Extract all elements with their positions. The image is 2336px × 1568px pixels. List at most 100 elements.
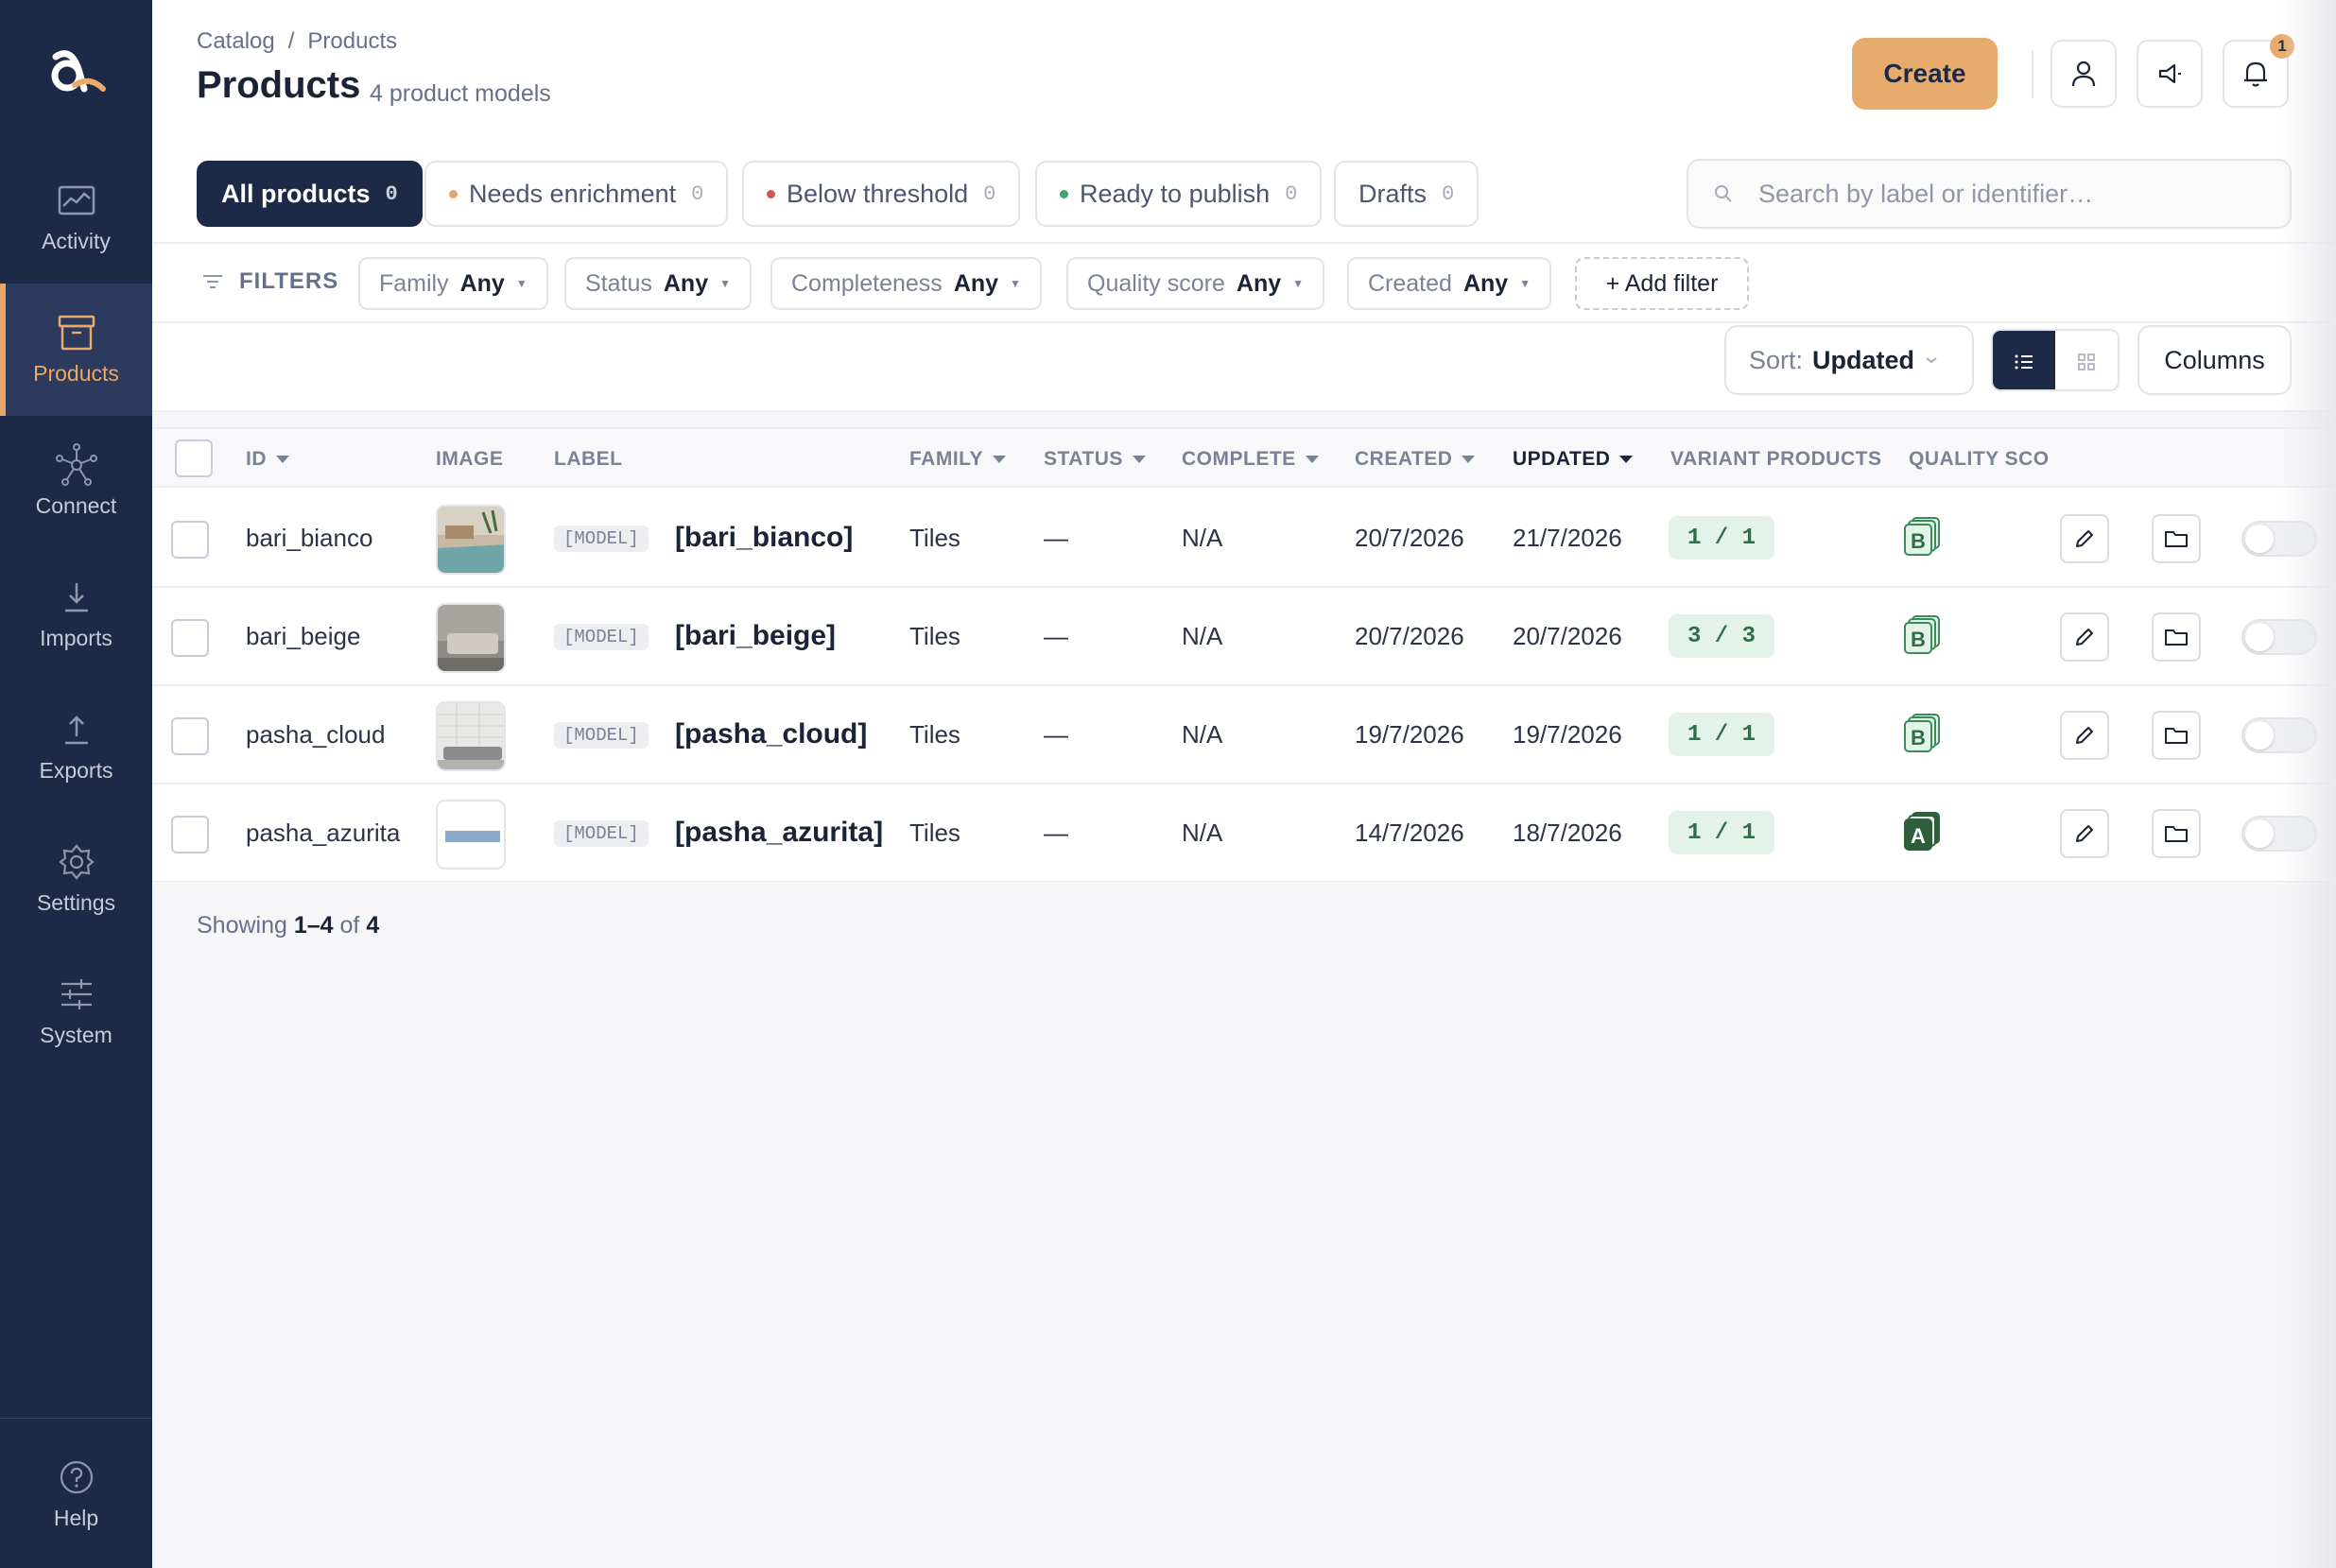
column-header-family[interactable]: FAMILY: [909, 448, 1007, 471]
settings-icon: [58, 843, 95, 881]
cell-updated: 20/7/2026: [1513, 622, 1622, 650]
row-checkbox[interactable]: [171, 717, 209, 755]
table-row[interactable]: bari_beige [MODEL] [bari_beige] Tiles — …: [152, 588, 2336, 686]
quality-grade-icon: A: [1904, 812, 1940, 851]
filter-name: Completeness: [791, 269, 943, 297]
publish-toggle[interactable]: [2241, 717, 2317, 753]
search-icon: [1715, 185, 1732, 202]
search-input[interactable]: [1758, 179, 2269, 209]
columns-button[interactable]: Columns: [2137, 325, 2292, 395]
system-icon: [59, 975, 95, 1013]
filters-label: FILTERS: [201, 268, 338, 295]
column-header-updated[interactable]: UPDATED: [1513, 448, 1634, 471]
select-all-checkbox[interactable]: [175, 439, 213, 477]
sidebar-item-system[interactable]: System: [0, 945, 152, 1077]
cell-updated: 18/7/2026: [1513, 818, 1622, 847]
sort-dropdown[interactable]: Sort: Updated: [1724, 325, 1974, 395]
edit-button[interactable]: [2060, 711, 2109, 760]
breadcrumb-catalog[interactable]: Catalog: [197, 28, 275, 55]
filter-family[interactable]: Family Any ▼: [358, 257, 548, 310]
edit-button[interactable]: [2060, 514, 2109, 563]
sidebar-item-exports[interactable]: Exports: [0, 681, 152, 813]
list-icon: [2015, 354, 2033, 370]
row-checkbox[interactable]: [171, 619, 209, 657]
cell-label[interactable]: [pasha_cloud]: [675, 718, 867, 750]
list-view-button[interactable]: [1993, 331, 2055, 389]
table-row[interactable]: bari_bianco [MODEL] [bari_bianco] Tiles …: [152, 490, 2336, 588]
column-header-label: STATUS: [1044, 448, 1123, 470]
announcements-button[interactable]: [2137, 40, 2203, 108]
sidebar-item-products[interactable]: Products: [0, 284, 152, 416]
help-section: Help: [0, 1418, 152, 1568]
variant-count-pill: 1 / 1: [1669, 713, 1775, 756]
status-dot: [449, 189, 458, 198]
column-header-label: CREATED: [1355, 448, 1453, 470]
filter-created[interactable]: Created Any ▼: [1347, 257, 1552, 310]
filter-completeness[interactable]: Completeness Any ▼: [770, 257, 1042, 310]
sort-caret-icon: [1462, 456, 1476, 463]
cell-status: —: [1044, 622, 1068, 650]
column-header-status[interactable]: STATUS: [1044, 448, 1146, 471]
column-header-complete[interactable]: COMPLETE: [1182, 448, 1319, 471]
sidebar-item-help[interactable]: Help: [0, 1428, 152, 1560]
edit-button[interactable]: [2060, 809, 2109, 858]
grid-view-button[interactable]: [2055, 331, 2118, 389]
sidebar-item-activity[interactable]: Activity: [0, 151, 152, 284]
cell-complete: N/A: [1182, 720, 1223, 749]
filter-name: Status: [585, 269, 652, 297]
app-logo[interactable]: [0, 0, 152, 144]
column-header-created[interactable]: CREATED: [1355, 448, 1476, 471]
product-thumbnail: [436, 701, 506, 771]
breadcrumb-products[interactable]: Products: [307, 28, 397, 55]
column-header-label: LABEL: [554, 448, 623, 471]
filter-name: Created: [1368, 269, 1452, 297]
cell-label[interactable]: [bari_bianco]: [675, 522, 853, 554]
main-content: Catalog / Products Products 4 product mo…: [152, 0, 2336, 1568]
help-icon: [59, 1458, 95, 1496]
open-folder-button[interactable]: [2152, 612, 2201, 662]
sidebar-item-settings[interactable]: Settings: [0, 813, 152, 945]
open-folder-button[interactable]: [2152, 514, 2201, 563]
tab-drafts[interactable]: Drafts 0: [1334, 161, 1479, 227]
add-filter-button[interactable]: + Add filter: [1575, 257, 1749, 310]
tab-ready-to-publish[interactable]: Ready to publish 0: [1035, 161, 1323, 227]
cell-label[interactable]: [bari_beige]: [675, 620, 836, 652]
open-folder-button[interactable]: [2152, 711, 2201, 760]
product-thumbnail: [436, 603, 506, 673]
cell-status: —: [1044, 818, 1068, 847]
tab-needs-enrichment[interactable]: Needs enrichment 0: [424, 161, 729, 227]
user-button[interactable]: [2050, 40, 2117, 108]
publish-toggle[interactable]: [2241, 816, 2317, 852]
column-header-id[interactable]: ID: [246, 448, 289, 471]
pencil-icon: [2076, 629, 2093, 646]
tab-count: 0: [1285, 181, 1298, 206]
sidebar-item-imports[interactable]: Imports: [0, 548, 152, 681]
column-header-label: FAMILY: [909, 448, 984, 470]
table-row[interactable]: pasha_azurita [MODEL] [pasha_azurita] Ti…: [152, 784, 2336, 883]
filter-status[interactable]: Status Any ▼: [564, 257, 752, 310]
tab-label: All products: [221, 179, 371, 208]
breadcrumb-separator: /: [287, 28, 295, 54]
cell-label[interactable]: [pasha_azurita]: [675, 817, 883, 849]
sidebar-item-connect[interactable]: Connect: [0, 416, 152, 548]
tab-below-threshold[interactable]: Below threshold 0: [742, 161, 1021, 227]
create-button[interactable]: Create: [1852, 38, 1998, 110]
publish-toggle[interactable]: [2241, 521, 2317, 557]
filter-quality-score[interactable]: Quality score Any ▼: [1066, 257, 1325, 310]
publish-toggle[interactable]: [2241, 619, 2317, 655]
column-header-quality-score: QUALITY SCO: [1909, 448, 2050, 471]
logo-icon: [51, 50, 106, 93]
connect-icon: [54, 442, 99, 486]
sort-caret-icon: [1305, 456, 1319, 463]
row-checkbox[interactable]: [171, 521, 209, 559]
notifications-button[interactable]: 1: [2223, 34, 2294, 108]
table-row[interactable]: pasha_cloud [MODEL] [pasha_cloud] Tiles …: [152, 686, 2336, 784]
tab-all-products[interactable]: All products 0: [197, 161, 423, 227]
tab-label: Needs enrichment: [469, 179, 677, 208]
search-box: [1687, 159, 2292, 229]
open-folder-button[interactable]: [2152, 809, 2201, 858]
sidebar-item-label: Help: [53, 1505, 99, 1530]
caret-down-icon: ▼: [1519, 277, 1531, 290]
row-checkbox[interactable]: [171, 816, 209, 853]
edit-button[interactable]: [2060, 612, 2109, 662]
